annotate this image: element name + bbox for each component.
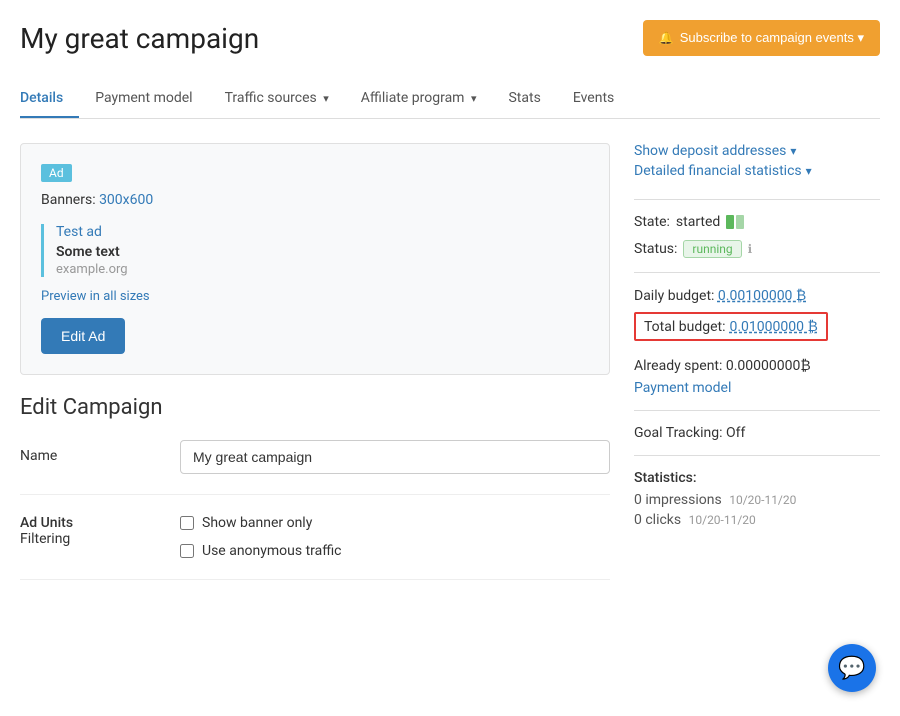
name-label: Name	[20, 440, 160, 464]
clicks-row: 0 clicks 10/20-11/20	[634, 512, 880, 528]
tab-stats[interactable]: Stats	[492, 80, 556, 118]
edit-campaign-title: Edit Campaign	[20, 395, 610, 420]
subscribe-button[interactable]: 🔔 Subscribe to campaign events ▾	[643, 20, 880, 56]
daily-budget-row: Daily budget: 0.00100000 ₿	[634, 287, 880, 304]
detailed-financial-link[interactable]: Detailed financial statistics ▾	[634, 163, 880, 179]
edit-campaign-section: Edit Campaign Name Ad Units Filtering Sh…	[20, 395, 610, 580]
page-title: My great campaign	[20, 22, 259, 55]
page-header: My great campaign 🔔 Subscribe to campaig…	[20, 20, 880, 56]
statistics-title: Statistics:	[634, 470, 880, 486]
nav-tabs: Details Payment model Traffic sources ▾ …	[20, 80, 880, 119]
banners-size-link[interactable]: 300x600	[99, 192, 153, 208]
ad-url: example.org	[56, 262, 589, 277]
chevron-down-icon: ▾	[806, 164, 812, 178]
left-column: Ad Banners: 300x600 Test ad Some text ex…	[20, 143, 610, 600]
divider	[634, 199, 880, 200]
main-content: Ad Banners: 300x600 Test ad Some text ex…	[20, 143, 880, 600]
spent-row: Already spent: 0.00000000₿	[634, 357, 880, 374]
status-row: Status: running ℹ	[634, 240, 880, 258]
ad-units-form-row: Ad Units Filtering Show banner only Use …	[20, 515, 610, 580]
ad-card: Ad Banners: 300x600 Test ad Some text ex…	[20, 143, 610, 375]
total-budget-row: Total budget: 0.01000000 ₿	[634, 312, 828, 341]
divider	[634, 272, 880, 273]
use-anonymous-traffic-checkbox[interactable]: Use anonymous traffic	[180, 543, 342, 559]
banners-line: Banners: 300x600	[41, 192, 589, 208]
goal-tracking: Goal Tracking: Off	[634, 425, 880, 441]
show-deposit-link[interactable]: Show deposit addresses ▾	[634, 143, 880, 159]
campaign-name-input[interactable]	[180, 440, 610, 474]
daily-budget-link[interactable]: 0.00100000 ₿	[718, 288, 806, 304]
chat-bubble-button[interactable]: 💬	[828, 644, 876, 692]
preview-link[interactable]: Preview in all sizes	[41, 289, 589, 304]
impressions-row: 0 impressions 10/20-11/20	[634, 492, 880, 508]
info-icon: ℹ	[748, 242, 753, 256]
statistics-section: Statistics: 0 impressions 10/20-11/20 0 …	[634, 470, 880, 528]
tab-affiliate-program[interactable]: Affiliate program ▾	[345, 80, 493, 118]
right-column: Show deposit addresses ▾ Detailed financ…	[634, 143, 880, 600]
checkbox-group: Show banner only Use anonymous traffic	[180, 515, 342, 559]
tab-events[interactable]: Events	[557, 80, 630, 118]
status-badge: running	[683, 240, 741, 258]
total-budget-link[interactable]: 0.01000000 ₿	[729, 318, 817, 335]
name-form-row: Name	[20, 440, 610, 495]
divider	[634, 455, 880, 456]
divider	[634, 410, 880, 411]
tab-traffic-sources[interactable]: Traffic sources ▾	[209, 80, 345, 118]
financial-links: Show deposit addresses ▾ Detailed financ…	[634, 143, 880, 179]
ad-text: Some text	[56, 244, 589, 260]
chat-icon: 💬	[838, 656, 865, 681]
edit-ad-button[interactable]: Edit Ad	[41, 318, 125, 354]
state-row: State: started	[634, 214, 880, 230]
tab-details[interactable]: Details	[20, 80, 79, 118]
bell-icon: 🔔	[659, 31, 674, 45]
tab-payment-model[interactable]: Payment model	[79, 80, 208, 118]
ad-preview-box: Test ad Some text example.org	[41, 224, 589, 277]
chevron-down-icon: ▾	[323, 92, 329, 105]
chevron-down-icon: ▾	[471, 92, 477, 105]
ad-label: Ad	[41, 164, 72, 182]
total-budget-box: Total budget: 0.01000000 ₿	[634, 312, 880, 349]
state-icon	[726, 215, 744, 229]
payment-model-link[interactable]: Payment model	[634, 380, 731, 396]
ad-name: Test ad	[56, 224, 589, 240]
ad-units-label: Ad Units Filtering	[20, 515, 160, 547]
chevron-down-icon: ▾	[790, 144, 796, 158]
show-banner-only-checkbox[interactable]: Show banner only	[180, 515, 342, 531]
